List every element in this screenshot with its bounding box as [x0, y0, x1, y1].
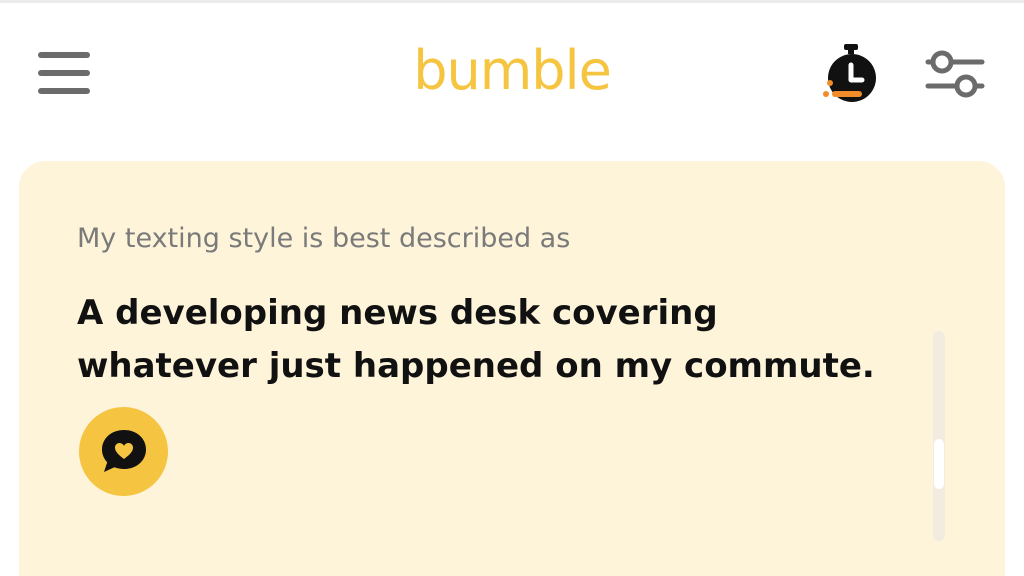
filter-button[interactable]	[924, 47, 986, 103]
menu-button[interactable]	[38, 48, 90, 98]
app-screen: bumble My texting style is best describe	[0, 0, 1024, 576]
card-scrollbar[interactable]	[933, 331, 945, 541]
heart-speech-bubble-icon	[102, 430, 146, 472]
hamburger-menu-icon	[38, 52, 90, 58]
hamburger-menu-icon-middle	[38, 70, 90, 76]
scrollbar-thumb[interactable]	[934, 439, 944, 489]
sliders-filter-icon	[925, 50, 985, 98]
timer-button[interactable]	[818, 43, 882, 107]
stopwatch-icon	[823, 44, 876, 102]
comment-button[interactable]	[79, 407, 168, 496]
top-bar: bumble	[0, 3, 1024, 143]
prompt-answer: A developing news desk covering whatever…	[77, 293, 875, 386]
prompt-question: My texting style is best described as	[77, 223, 571, 254]
hamburger-menu-icon-bottom	[38, 88, 90, 94]
prompt-card: My texting style is best described as A …	[19, 161, 1005, 576]
